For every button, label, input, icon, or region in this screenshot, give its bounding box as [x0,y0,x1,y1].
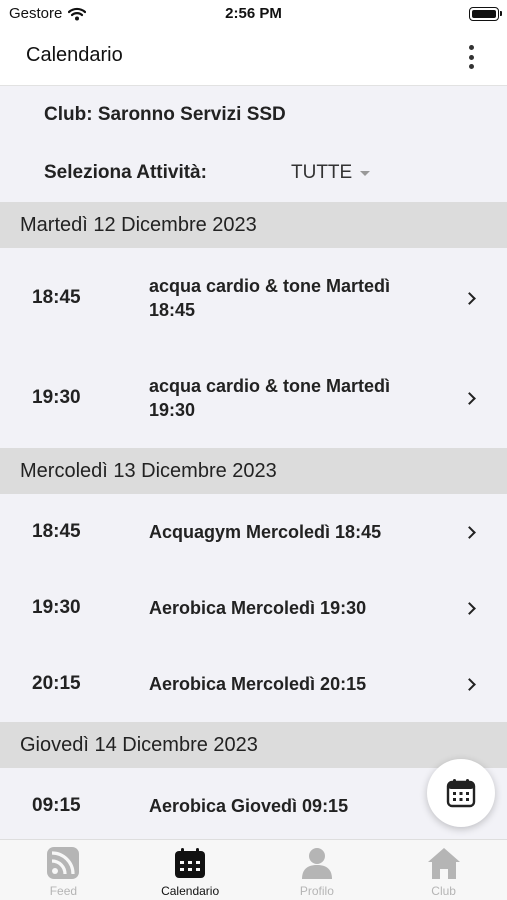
tab-feed[interactable]: Feed [0,840,127,900]
session-time: 19:30 [32,387,81,408]
session-row[interactable]: 18:45 acqua cardio & tone Martedì 18:45 [0,248,507,348]
day-header: Giovedì 14 Dicembre 2023 [0,722,507,768]
activity-filter-row: Seleziona Attività: TUTTE [0,144,507,202]
home-icon [427,848,460,879]
session-time: 20:15 [32,673,81,694]
app-bar: Calendario [0,30,507,86]
activity-filter-value: TUTTE [291,162,353,183]
chevron-right-icon [463,291,476,305]
session-time: 09:15 [32,795,81,816]
session-row[interactable]: 20:15 Aerobica Mercoledì 20:15 [0,646,507,722]
calendar-icon [446,779,476,808]
session-name: acqua cardio & tone Martedì 18:45 [149,276,391,320]
status-bar: Gestore 2:56 PM [0,0,507,30]
activity-filter-label: Seleziona Attività: [44,162,207,183]
session-time: 18:45 [32,521,81,542]
session-time: 19:30 [32,597,81,618]
activity-filter-dropdown[interactable]: TUTTE [291,162,371,184]
session-name: acqua cardio & tone Martedì 19:30 [149,376,391,420]
session-row[interactable]: 18:45 Acquagym Mercoledì 18:45 [0,494,507,570]
chevron-right-icon [463,677,476,691]
day-header: Martedì 12 Dicembre 2023 [0,202,507,248]
more-vertical-icon[interactable] [465,43,477,71]
session-name: Aerobica Giovedì 09:15 [149,796,349,816]
tab-label: Profilo [299,884,334,898]
session-time: 18:45 [32,287,81,308]
day-header: Mercoledì 13 Dicembre 2023 [0,448,507,494]
rss-feed-icon [47,847,80,879]
session-row[interactable]: 19:30 Aerobica Mercoledì 19:30 [0,570,507,646]
chevron-right-icon [463,525,476,539]
tab-label: Club [431,884,456,898]
chevron-right-icon [463,391,476,405]
session-name: Acquagym Mercoledì 18:45 [149,522,382,542]
session-name: Aerobica Mercoledì 19:30 [149,598,367,618]
session-name: Aerobica Mercoledì 20:15 [149,674,367,694]
calendar-fab-button[interactable] [427,759,495,827]
person-icon [301,848,332,879]
battery-icon [469,7,502,21]
calendar-content[interactable]: Club: Saronno Servizi SSD Seleziona Atti… [0,86,507,839]
caret-down-icon [360,170,371,176]
session-row[interactable]: 19:30 acqua cardio & tone Martedì 19:30 [0,348,507,448]
chevron-right-icon [463,601,476,615]
tab-bar: Feed Calendario Profilo Club [0,839,507,900]
tab-label: Feed [49,884,78,898]
page-title: Calendario [26,44,123,66]
club-label: Club: Saronno Servizi SSD [44,104,286,125]
tab-calendario[interactable]: Calendario [127,840,254,900]
tab-club[interactable]: Club [380,840,507,900]
calendar-icon [175,848,206,878]
tab-profilo[interactable]: Profilo [254,840,381,900]
status-time: 2:56 PM [225,5,282,22]
tab-label: Calendario [161,884,220,898]
